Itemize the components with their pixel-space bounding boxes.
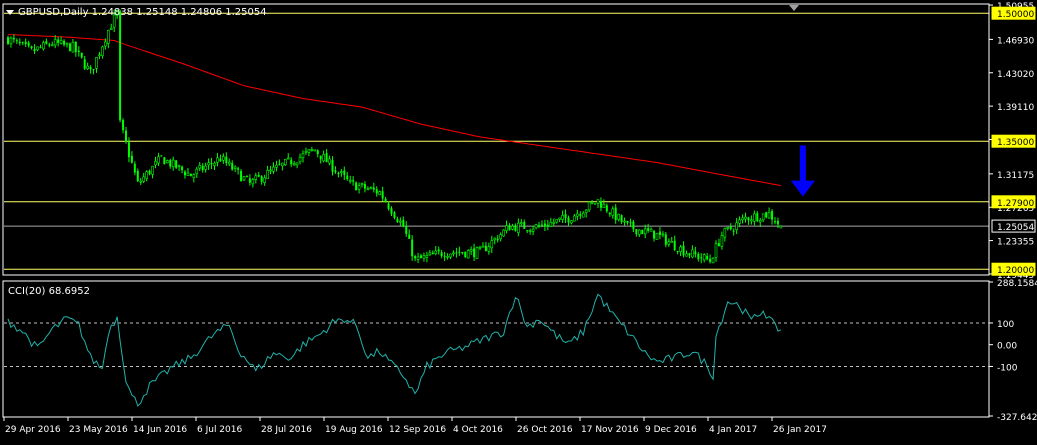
time-tick-label: 12 Sep 2016 <box>389 425 446 435</box>
candle[interactable] <box>189 173 192 177</box>
chart-window[interactable]: 1.509551.469301.430201.391101.352001.311… <box>0 0 1037 441</box>
chart-canvas[interactable]: 1.509551.469301.430201.391101.352001.311… <box>0 0 1037 441</box>
candle[interactable] <box>655 232 659 240</box>
svg-text:1.50000: 1.50000 <box>997 10 1034 20</box>
time-tick-label: 19 Aug 2016 <box>325 425 383 435</box>
price-tick-label: 1.31175 <box>997 171 1034 181</box>
candle[interactable] <box>175 160 178 170</box>
candle[interactable] <box>355 181 358 191</box>
candle[interactable] <box>68 42 71 52</box>
time-tick-label: 23 May 2016 <box>69 425 128 435</box>
candle[interactable] <box>163 156 166 165</box>
time-tick-label: 4 Oct 2016 <box>453 425 503 435</box>
svg-text:1.20000: 1.20000 <box>997 266 1034 276</box>
cci-tick-label: 0.00 <box>997 342 1017 352</box>
svg-text:1.25054: 1.25054 <box>997 223 1034 233</box>
time-tick-label: 29 Apr 2016 <box>5 425 61 435</box>
svg-text:1.35000: 1.35000 <box>997 138 1034 148</box>
cci-indicator-label: CCI(20) 68.6952 <box>8 286 90 297</box>
candle[interactable] <box>641 229 644 235</box>
candle[interactable] <box>313 149 317 152</box>
current-price-label: 1.25054 <box>991 219 1036 233</box>
price-tick-label: 1.43020 <box>997 70 1034 80</box>
price-tick-label: 1.39110 <box>997 103 1034 113</box>
time-tick-label: 14 Jun 2016 <box>133 425 187 435</box>
cci-tick-label: -100 <box>997 363 1018 373</box>
time-tick-label: 26 Jan 2017 <box>773 425 827 435</box>
candle[interactable] <box>119 9 122 123</box>
time-tick-label: 17 Nov 2016 <box>581 425 639 435</box>
time-tick-label: 28 Jul 2016 <box>261 425 312 435</box>
symbol-header: GBPUSD,Daily 1.24838 1.25148 1.24806 1.2… <box>18 7 267 18</box>
price-tick-label: 1.46930 <box>997 36 1034 46</box>
level-price-label: 1.35000 <box>991 134 1036 148</box>
cci-tick-label: -327.6424 <box>997 413 1037 423</box>
svg-text:1.27900: 1.27900 <box>997 199 1034 209</box>
candle[interactable] <box>502 229 505 237</box>
level-price-label: 1.50000 <box>991 6 1036 20</box>
time-tick-label: 4 Jan 2017 <box>709 425 757 435</box>
level-price-label: 1.27900 <box>991 195 1036 209</box>
level-price-label: 1.20000 <box>991 262 1036 276</box>
cci-tick-label: 100 <box>997 320 1014 330</box>
candle[interactable] <box>475 246 479 259</box>
price-tick-label: 1.23355 <box>997 238 1034 248</box>
time-tick-label: 6 Jul 2016 <box>197 425 242 435</box>
candle[interactable] <box>283 158 287 166</box>
time-tick-label: 9 Dec 2016 <box>645 425 697 435</box>
cci-tick-label: 288.1584 <box>997 279 1037 289</box>
time-tick-label: 26 Oct 2016 <box>517 425 573 435</box>
candle[interactable] <box>466 249 470 259</box>
